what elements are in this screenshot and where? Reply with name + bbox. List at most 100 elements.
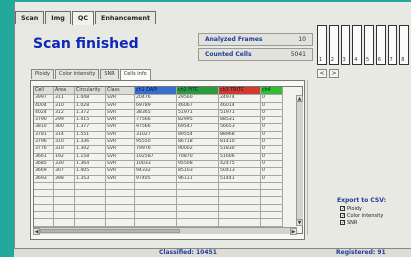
table-row[interactable]: 3790 299 1.415 SVR 77566 82995 88531 0 <box>34 117 302 125</box>
prev-frames-button[interactable]: < <box>317 69 327 78</box>
table-row[interactable]: 3685 330 1.364 SVR 10033 95508 42475 0 <box>34 160 302 169</box>
frame-number: 5 <box>366 57 370 63</box>
table-cell: 50413 <box>219 168 261 176</box>
table-cell: 1.158 <box>75 153 106 161</box>
cells-table[interactable]: Cell Area Circularity Class ch1 DAPI ch2 FITC… <box>33 86 303 234</box>
column-header[interactable]: Area <box>54 87 75 96</box>
table-cell <box>261 197 283 205</box>
column-header[interactable]: ch3 TRITC <box>219 87 261 96</box>
table-row[interactable]: 3997 311 1.448 SVR 20476 29560 24974 0 <box>34 95 302 103</box>
table-cell <box>177 204 219 213</box>
table-row[interactable]: 3781 314 1.551 SVR 31027 89554 88968 0 <box>34 131 302 140</box>
table-cell: 96111 <box>177 175 219 183</box>
table-header-row: Cell Area Circularity Class ch1 DAPI ch2 FITC… <box>34 87 302 96</box>
subtab-ploidy[interactable]: Ploidy <box>31 69 54 79</box>
table-row[interactable]: 3661 192 1.158 SVR 102587 70870 51606 0 <box>34 153 302 161</box>
table-row[interactable] <box>34 204 302 213</box>
table-row[interactable] <box>34 182 302 191</box>
scroll-up-icon[interactable]: ▲ <box>296 95 303 102</box>
export-csv-group: Export to CSV: ✓ Ploidy ✓ Color intensity … <box>337 197 386 226</box>
table-cell: 88531 <box>219 117 261 125</box>
table-row[interactable] <box>34 219 302 227</box>
export-snr-checkbox[interactable]: ✓ SNR <box>340 219 386 226</box>
scroll-left-icon[interactable]: ◀ <box>33 228 40 235</box>
scroll-down-icon[interactable]: ▼ <box>296 219 303 226</box>
export-ploidy-checkbox[interactable]: ✓ Ploidy <box>340 205 386 212</box>
tab-img[interactable]: Img <box>45 11 71 24</box>
frame-thumbnail[interactable]: 3 <box>340 25 351 65</box>
table-cell: 70870 <box>177 153 219 161</box>
table-cell: 38365 <box>135 109 177 118</box>
table-cell: 299 <box>54 117 75 125</box>
table-row[interactable]: 3669 307 1.405 SVR 94332 85103 50413 0 <box>34 168 302 176</box>
table-cell: 69789 <box>135 102 177 110</box>
column-header[interactable]: Class <box>106 87 135 96</box>
column-header[interactable]: ch2 FITC <box>177 87 219 96</box>
table-cell: 102587 <box>135 153 177 161</box>
table-cell: 51441 <box>219 175 261 183</box>
table-cell: 90002 <box>177 146 219 154</box>
stat-analyzed-frames: Analyzed Frames 10 <box>198 33 313 46</box>
frame-number: 7 <box>389 57 393 63</box>
table-row[interactable]: 3796 310 1.336 SVR 95550 86718 81410 0 <box>34 139 302 147</box>
checkbox-checked-icon: ✓ <box>340 213 346 219</box>
table-cell <box>34 190 54 198</box>
frame-thumbnail[interactable]: 8 <box>399 25 409 65</box>
table-cell <box>54 197 75 205</box>
checkbox-label: Color intensity <box>347 212 384 219</box>
frame-thumbnail[interactable]: 5 <box>364 25 374 65</box>
subtab-snr[interactable]: SNR <box>100 69 119 79</box>
table-cell: 0 <box>261 131 283 140</box>
export-color-intensity-checkbox[interactable]: ✓ Color intensity <box>340 212 386 219</box>
next-frames-button[interactable]: > <box>329 69 339 78</box>
frame-thumbnail[interactable]: 2 <box>328 25 339 65</box>
table-cell: 1.336 <box>75 139 106 147</box>
subtab-color-intensity[interactable]: Color intensity <box>55 69 100 79</box>
table-row[interactable] <box>34 190 302 198</box>
column-header[interactable]: Cell <box>34 87 54 96</box>
table-row[interactable] <box>34 212 302 220</box>
scroll-thumb[interactable] <box>40 229 180 233</box>
table-cell: 51830 <box>219 146 261 154</box>
table-cell: SVR <box>106 117 135 125</box>
frame-thumbnail[interactable]: 7 <box>387 25 398 65</box>
column-header[interactable]: Circularity <box>75 87 106 96</box>
table-cell: 0 <box>261 146 283 154</box>
table-row[interactable]: 3776 310 1.302 SVR 79976 90002 51830 0 <box>34 146 302 154</box>
table-cell: 20476 <box>135 95 177 103</box>
table-row[interactable] <box>34 197 302 205</box>
horizontal-scrollbar[interactable]: ◀ ▶ <box>33 227 297 235</box>
column-header[interactable]: ch4 <box>261 87 283 96</box>
scroll-right-icon[interactable]: ▶ <box>290 228 297 235</box>
table-row[interactable]: 3693 398 1.353 SVR 97405 96111 51441 0 <box>34 175 302 183</box>
table-cell: SVR <box>106 95 135 103</box>
table-cell: SVR <box>106 168 135 176</box>
table-cell: 0 <box>261 109 283 118</box>
table-row[interactable]: 4004 310 1.028 SVR 69789 46067 46014 0 <box>34 102 302 110</box>
table-cell <box>135 197 177 205</box>
stat-counted-cells: Counted Cells 5041 <box>198 48 313 61</box>
frame-thumbnail[interactable]: 4 <box>352 25 362 65</box>
table-cell: 97566 <box>135 124 177 132</box>
vertical-scrollbar[interactable]: ▲ ▼ <box>296 95 303 226</box>
table-cell: 310 <box>54 139 75 147</box>
checkbox-checked-icon: ✓ <box>340 220 346 226</box>
frame-thumbnail[interactable]: 6 <box>375 25 386 65</box>
table-cell <box>106 212 135 220</box>
table-cell <box>34 182 54 191</box>
table-row[interactable]: 3810 300 1.377 SVR 97566 69547 56653 0 <box>34 124 302 132</box>
table-cell: SVR <box>106 146 135 154</box>
frame-thumbnail[interactable]: 1 <box>317 25 327 65</box>
tab-qc[interactable]: QC <box>71 11 95 25</box>
tab-scan[interactable]: Scan <box>15 11 45 24</box>
table-cell: 1.372 <box>75 109 106 118</box>
table-cell <box>135 204 177 213</box>
column-header[interactable]: ch1 DAPI <box>135 87 177 96</box>
table-cell: 3669 <box>34 168 54 176</box>
tab-enhancement[interactable]: Enhancement <box>95 11 157 24</box>
table-row[interactable]: 4024 312 1.372 SVR 38365 51971 51971 0 <box>34 109 302 118</box>
table-cell <box>106 190 135 198</box>
table-cell: 0 <box>261 175 283 183</box>
table-cell: SVR <box>106 109 135 118</box>
subtab-cells-info[interactable]: Cells info <box>119 69 151 80</box>
